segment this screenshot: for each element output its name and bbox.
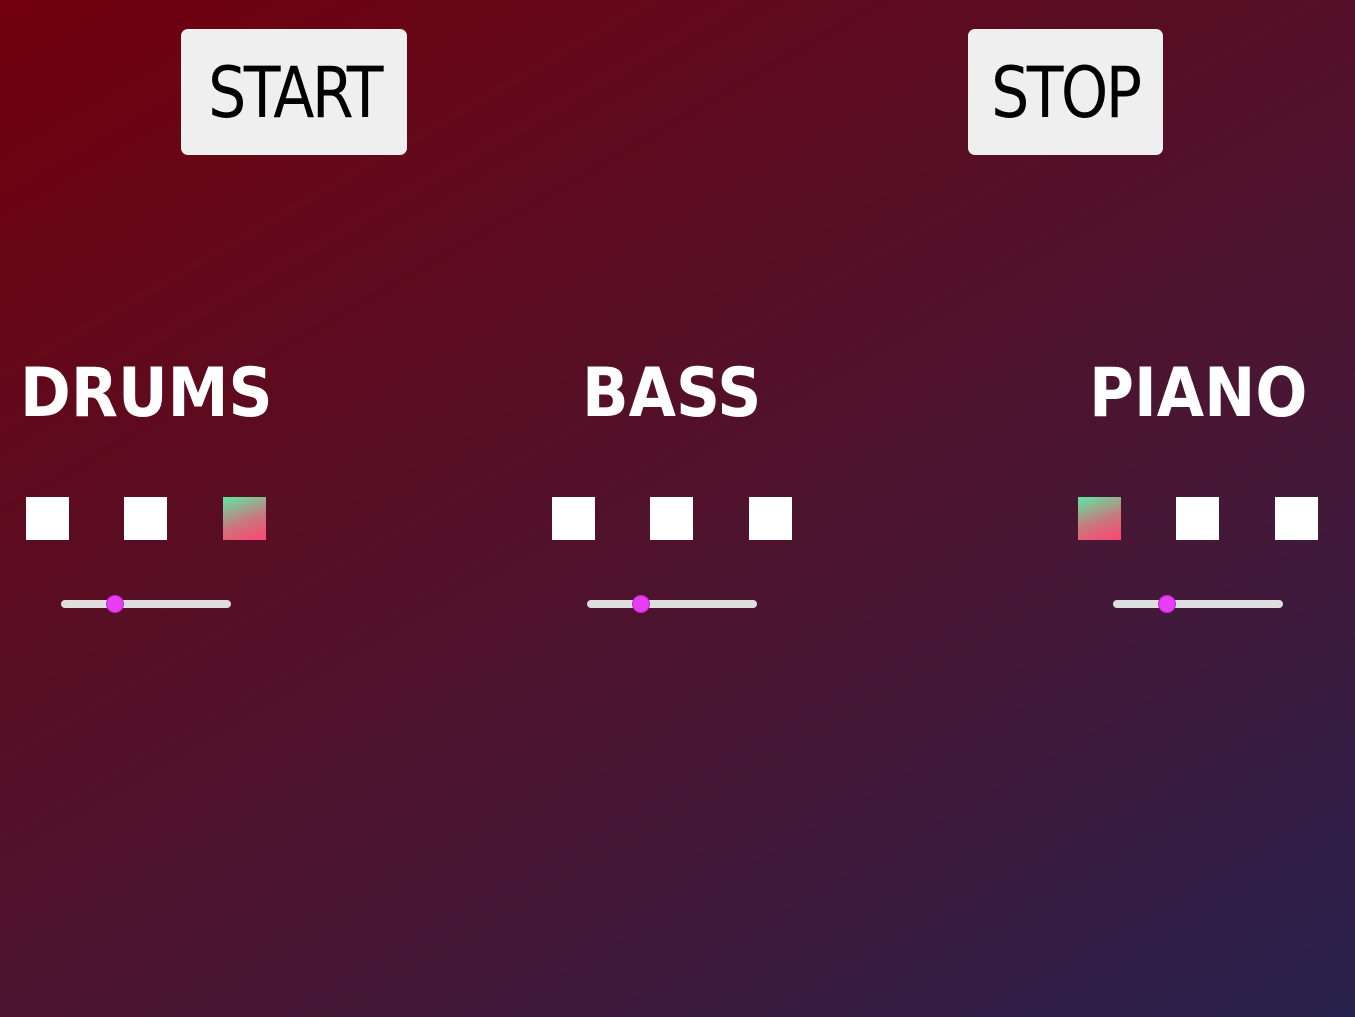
bass-volume-slider[interactable]	[587, 596, 757, 612]
stop-button[interactable]: STOP	[968, 29, 1163, 155]
piano-pad-3[interactable]	[1275, 497, 1318, 540]
piano-pad-1[interactable]	[1078, 497, 1121, 540]
slider-thumb[interactable]	[633, 596, 650, 612]
start-button-label: START	[207, 52, 383, 134]
slider-thumb[interactable]	[1159, 596, 1176, 612]
instrument-name: PIANO	[1088, 354, 1308, 433]
stop-button-label: STOP	[991, 52, 1142, 134]
instrument-title: DRUMS	[0, 355, 296, 433]
instrument-name: DRUMS	[19, 354, 273, 433]
bass-pad-1[interactable]	[552, 497, 595, 540]
drums-pad-2[interactable]	[124, 497, 167, 540]
instrument-title: BASS	[522, 355, 822, 433]
piano-volume-slider[interactable]	[1113, 596, 1283, 612]
piano-pad-2[interactable]	[1176, 497, 1219, 540]
instrument-title: PIANO	[1048, 355, 1348, 433]
drums-pad-1[interactable]	[26, 497, 69, 540]
drums-pad-3[interactable]	[223, 497, 266, 540]
drums-volume-slider[interactable]	[61, 596, 231, 612]
bass-pad-2[interactable]	[650, 497, 693, 540]
slider-thumb[interactable]	[107, 596, 124, 612]
instrument-name: BASS	[582, 354, 762, 433]
start-button[interactable]: START	[181, 29, 407, 155]
bass-pad-3[interactable]	[749, 497, 792, 540]
